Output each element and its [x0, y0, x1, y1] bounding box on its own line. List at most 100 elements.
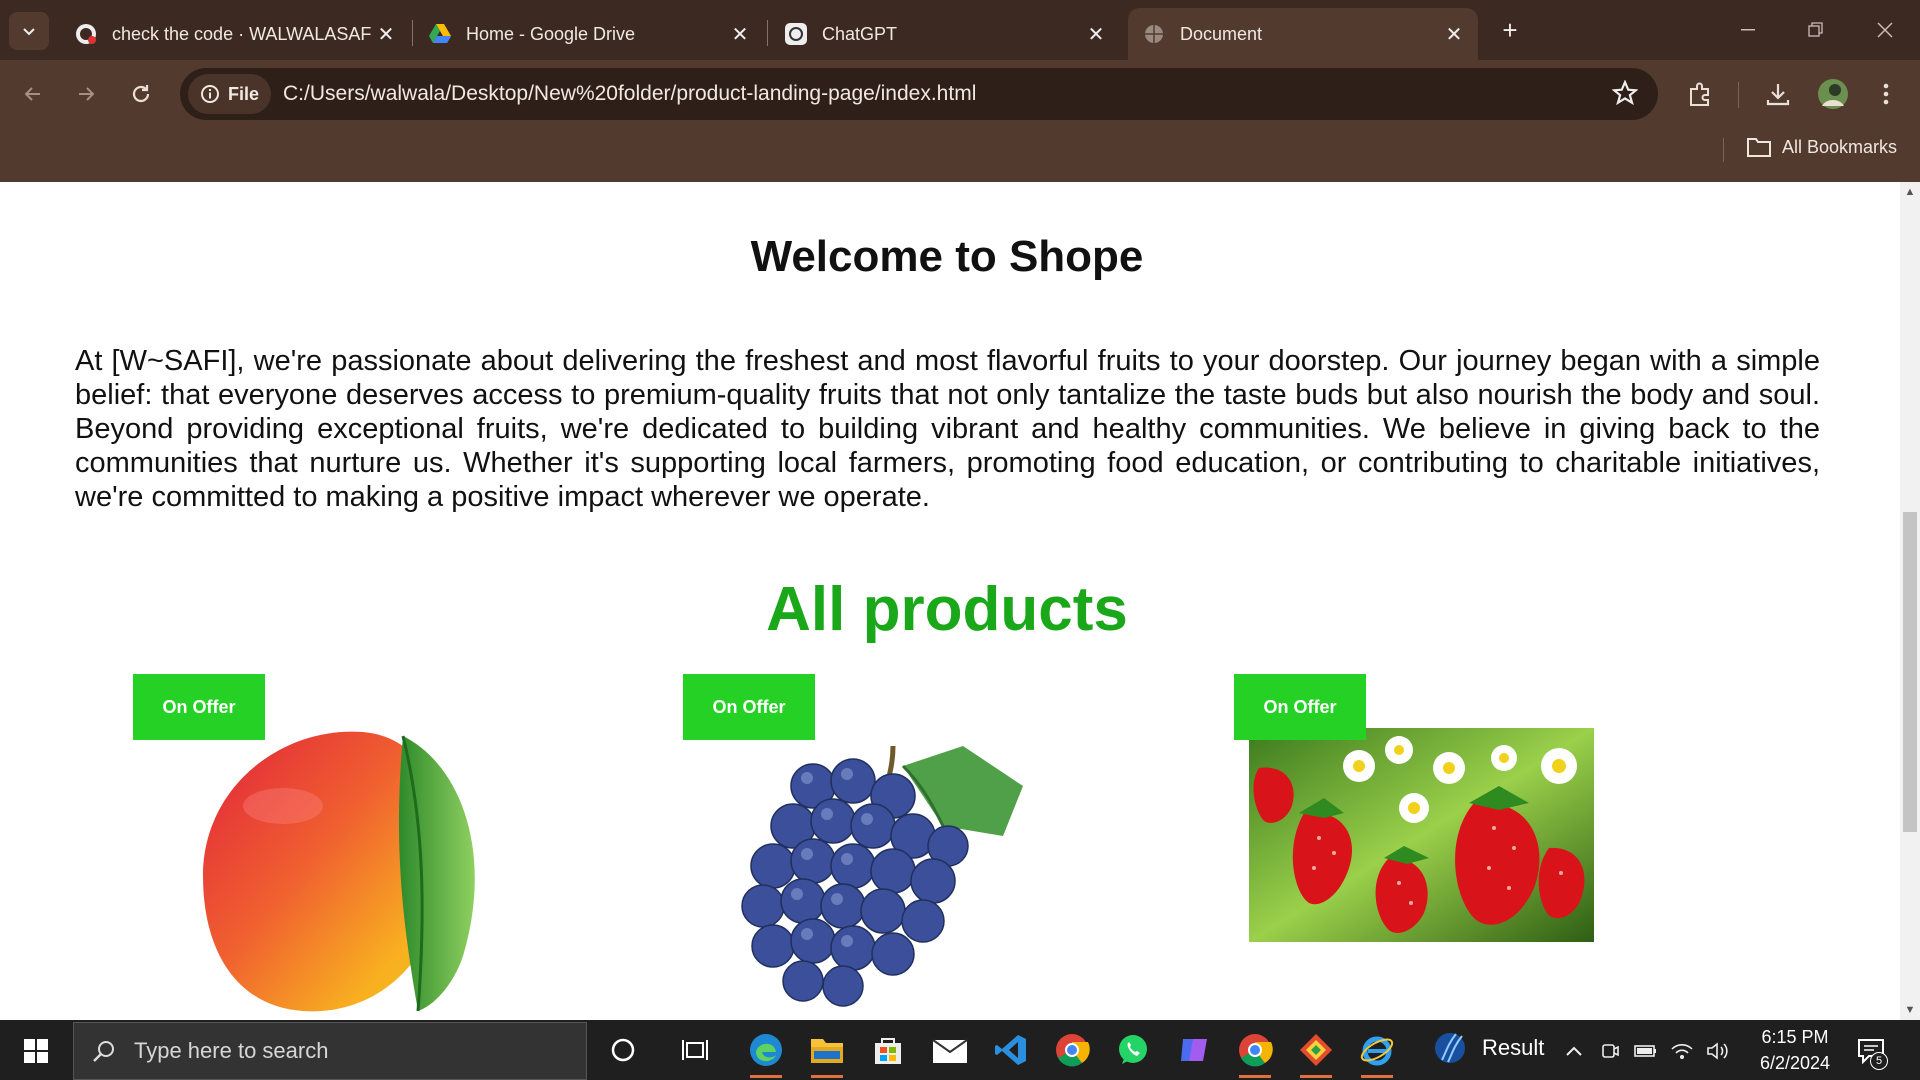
scrollbar-thumb[interactable]	[1903, 512, 1917, 832]
reload-button[interactable]	[121, 74, 161, 114]
tab-document[interactable]: Document ✕	[1128, 8, 1478, 60]
scroll-up-arrow-icon[interactable]: ▲	[1904, 186, 1916, 198]
toolbar-divider	[1738, 82, 1739, 108]
tab-title: Document	[1180, 23, 1263, 44]
git-tool-button[interactable]	[1294, 1030, 1338, 1078]
folder-icon	[811, 1039, 843, 1063]
scroll-down-arrow-icon[interactable]: ▼	[1904, 1004, 1916, 1016]
taskbar-search-box[interactable]: Type here to search	[73, 1022, 587, 1080]
plus-icon: +	[1502, 14, 1518, 45]
close-tab-icon[interactable]: ✕	[1440, 20, 1468, 48]
whatsapp-icon	[1119, 1035, 1147, 1064]
tab-github[interactable]: check the code · WALWALASAFI ✕	[60, 8, 410, 60]
tab-search-button[interactable]	[9, 12, 49, 50]
star-icon	[1611, 79, 1639, 106]
taskbar: Type here to search Result 6:15 PM 6/2/2…	[0, 1020, 1920, 1080]
address-bar[interactable]: File C:/Users/walwala/Desktop/New%20fold…	[180, 68, 1658, 120]
tab-chatgpt[interactable]: ChatGPT ✕	[770, 8, 1120, 60]
all-bookmarks-button[interactable]: All Bookmarks	[1746, 136, 1897, 158]
task-view-button[interactable]	[673, 1030, 717, 1070]
back-button[interactable]	[13, 74, 53, 114]
wifi-icon[interactable]	[1668, 1036, 1696, 1066]
reload-icon	[132, 85, 150, 103]
copilot-icon	[1181, 1039, 1207, 1061]
battery-icon[interactable]	[1632, 1036, 1660, 1066]
mail-button[interactable]	[928, 1030, 972, 1070]
page-content: Welcome to Shope At [W~SAFI], we're pass…	[0, 182, 1900, 1020]
whatsapp-button[interactable]	[1111, 1030, 1155, 1070]
internet-explorer-button[interactable]	[1355, 1030, 1399, 1078]
chrome-icon	[1056, 1034, 1090, 1067]
tab-title: ChatGPT	[822, 23, 898, 44]
weather-label: Result	[1482, 1035, 1545, 1060]
mango-image	[203, 731, 475, 1012]
show-hidden-icons-button[interactable]	[1560, 1036, 1588, 1066]
page-scrollbar[interactable]: ▲ ▼	[1900, 182, 1920, 1020]
folder-icon	[1747, 138, 1771, 157]
product-card-mango[interactable]: On Offer	[133, 674, 493, 1020]
chevron-down-icon	[23, 28, 35, 36]
cortana-icon	[611, 1038, 635, 1062]
intro-paragraph: At [W~SAFI], we're passionate about deli…	[75, 345, 1820, 513]
browser-chrome: check the code · WALWALASAFI ✕ Home - Go…	[0, 0, 1920, 182]
action-center-button[interactable]: 5	[1854, 1034, 1888, 1070]
github-icon	[74, 22, 98, 46]
start-button[interactable]	[14, 1032, 58, 1070]
arrow-right-icon	[79, 87, 95, 101]
download-icon	[1766, 84, 1790, 106]
close-tab-icon[interactable]: ✕	[372, 20, 400, 48]
store-button[interactable]	[866, 1030, 910, 1070]
site-info-label: File	[228, 83, 260, 104]
avatar-icon	[1818, 79, 1848, 109]
copilot-button[interactable]	[1172, 1030, 1216, 1070]
weather-widget[interactable]: Result	[1432, 1030, 1544, 1066]
info-icon	[201, 85, 219, 103]
chatgpt-icon	[784, 22, 808, 46]
close-tab-icon[interactable]: ✕	[1082, 20, 1110, 48]
minimize-button[interactable]	[1723, 10, 1773, 50]
close-tab-icon[interactable]: ✕	[726, 20, 754, 48]
tab-google-drive[interactable]: Home - Google Drive ✕	[414, 8, 764, 60]
profile-avatar[interactable]	[1813, 74, 1853, 114]
internet-explorer-icon	[1360, 1036, 1394, 1066]
file-explorer-button[interactable]	[805, 1030, 849, 1078]
edge-taskbar-button[interactable]	[744, 1030, 788, 1078]
bookmark-star-button[interactable]	[1611, 79, 1639, 111]
mail-icon	[932, 1039, 968, 1063]
vscode-button[interactable]	[989, 1030, 1033, 1070]
tab-divider	[767, 20, 768, 46]
close-window-button[interactable]	[1860, 10, 1910, 50]
product-card-grapes[interactable]: On Offer	[683, 674, 1043, 1020]
new-tab-button[interactable]: +	[1494, 14, 1526, 46]
clock-date: 6/2/2024	[1759, 1053, 1831, 1073]
tab-divider	[412, 20, 413, 46]
cortana-button[interactable]	[601, 1030, 645, 1070]
site-info-chip[interactable]: File	[188, 74, 272, 114]
on-offer-badge: On Offer	[683, 674, 815, 740]
all-bookmarks-label: All Bookmarks	[1782, 136, 1898, 157]
browser-menu-button[interactable]	[1866, 74, 1906, 114]
restore-icon	[1808, 22, 1823, 37]
git-icon	[1300, 1034, 1332, 1066]
close-icon	[1877, 22, 1893, 38]
windows-logo-icon	[24, 1039, 48, 1063]
volume-icon[interactable]	[1704, 1036, 1732, 1066]
forward-button[interactable]	[66, 74, 106, 114]
screen: check the code · WALWALASAFI ✕ Home - Go…	[0, 0, 1920, 1080]
chrome-button[interactable]	[1050, 1030, 1094, 1070]
globe-icon	[1142, 22, 1166, 46]
vscode-icon	[995, 1035, 1026, 1065]
tab-strip: check the code · WALWALASAFI ✕ Home - Go…	[0, 0, 1920, 60]
product-card-strawberries[interactable]: On Offer	[1234, 674, 1594, 1020]
downloads-button[interactable]	[1758, 74, 1798, 114]
extensions-button[interactable]	[1680, 74, 1720, 114]
url-text[interactable]: C:/Users/walwala/Desktop/New%20folder/pr…	[283, 82, 976, 106]
tab-title: Home - Google Drive	[466, 23, 636, 44]
search-placeholder: Type here to search	[134, 1038, 329, 1063]
chrome-active-button[interactable]	[1233, 1030, 1277, 1078]
strawberries-image	[1249, 728, 1594, 942]
grapes-image	[741, 745, 1023, 1007]
meet-now-icon[interactable]	[1596, 1036, 1624, 1066]
restore-button[interactable]	[1791, 10, 1841, 50]
taskbar-clock[interactable]: 6:15 PM 6/2/2024	[1750, 1024, 1840, 1076]
